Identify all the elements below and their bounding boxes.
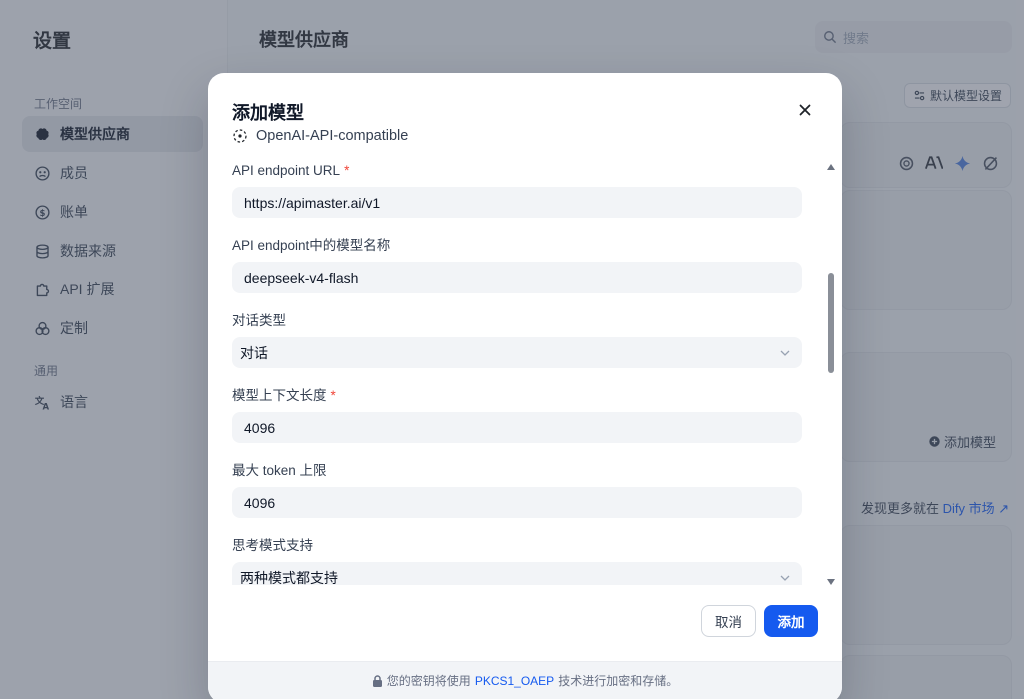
encryption-notice: 您的密钥将使用 PKCS1_OAEP 技术进行加密和存储。 <box>208 661 842 699</box>
model-form: API endpoint URL* API endpoint中的模型名称 对话类… <box>232 161 802 585</box>
endpoint-url-label: API endpoint URL * <box>232 163 350 178</box>
context-length-label: 模型上下文长度 * <box>232 388 336 403</box>
endpoint-url-input[interactable] <box>232 187 802 218</box>
dialog-type-select[interactable]: 对话 <box>232 337 802 368</box>
endpoint-url-field: API endpoint URL * <box>232 161 802 218</box>
model-name-label: API endpoint中的模型名称 <box>232 238 391 253</box>
thinking-mode-value: 两种模式都支持 <box>240 569 338 586</box>
dialog-type-label: 对话类型 <box>232 313 286 328</box>
context-length-field: 模型上下文长度 * <box>232 386 802 443</box>
cancel-button[interactable]: 取消 <box>701 605 756 637</box>
model-name-field: API endpoint中的模型名称 <box>232 236 802 293</box>
add-button[interactable]: 添加 <box>764 605 818 637</box>
scroll-up-arrow[interactable] <box>827 164 835 170</box>
max-tokens-input[interactable] <box>232 487 802 518</box>
chevron-down-icon <box>780 575 790 581</box>
dialog-title: 添加模型 <box>232 103 304 123</box>
model-name-input[interactable] <box>232 262 802 293</box>
max-tokens-label: 最大 token 上限 <box>232 463 327 478</box>
lock-icon <box>372 674 382 687</box>
dialog-type-field: 对话类型 对话 <box>232 311 802 368</box>
thinking-mode-field: 思考模式支持 两种模式都支持 <box>232 536 802 585</box>
form-scrollbar[interactable] <box>826 161 838 585</box>
scrollbar-thumb[interactable] <box>828 273 834 373</box>
close-icon <box>799 104 811 116</box>
pkcs-link[interactable]: PKCS1_OAEP <box>475 674 554 688</box>
provider-indicator: OpenAI-API-compatible <box>232 128 408 144</box>
openai-compatible-icon <box>233 129 247 143</box>
max-tokens-field: 最大 token 上限 <box>232 461 802 518</box>
chevron-down-icon <box>780 350 790 356</box>
footer-suffix: 技术进行加密和存储。 <box>558 674 679 688</box>
scroll-down-arrow[interactable] <box>827 579 835 585</box>
footer-prefix: 您的密钥将使用 <box>386 674 471 688</box>
dialog-type-value: 对话 <box>240 344 268 361</box>
thinking-mode-select[interactable]: 两种模式都支持 <box>232 562 802 585</box>
context-length-input[interactable] <box>232 412 802 443</box>
provider-name: OpenAI-API-compatible <box>256 128 409 144</box>
thinking-mode-label: 思考模式支持 <box>232 538 313 553</box>
add-model-dialog: 添加模型 OpenAI-API-compatible API endpoint … <box>208 73 842 699</box>
close-button[interactable] <box>794 99 816 121</box>
